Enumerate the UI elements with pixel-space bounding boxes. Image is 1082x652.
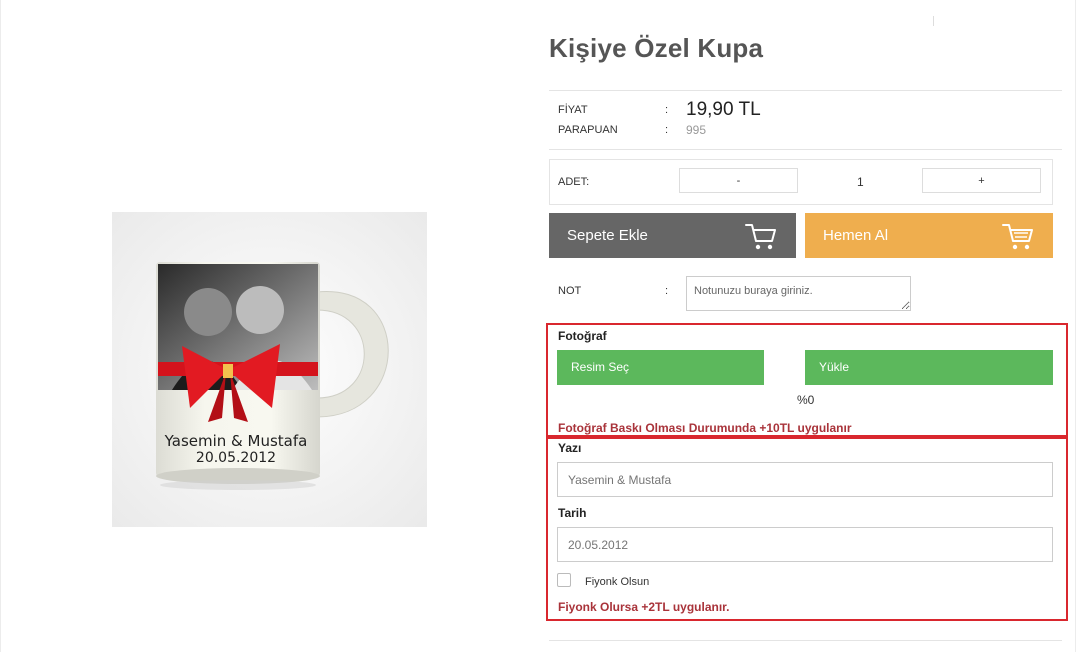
top-divider [933,16,934,26]
divider [549,90,1062,91]
divider [549,640,1062,641]
price-label: FİYAT [558,104,588,116]
photo-section-label: Fotoğraf [558,329,607,343]
upload-progress-text: %0 [797,393,815,407]
points-value: 995 [686,123,707,137]
points-label: PARAPUAN [558,124,618,136]
buy-now-label: Hemen Al [823,227,889,244]
date-input[interactable] [557,527,1053,562]
quantity-label: ADET: [558,176,590,188]
add-to-cart-button[interactable]: Sepete Ekle [549,213,796,258]
right-border [1075,0,1076,652]
left-border [0,0,1,652]
quantity-increase-button[interactable]: + [922,168,1041,193]
bow-checkbox-label[interactable]: Fiyonk Olsun [585,576,649,588]
buy-now-button[interactable]: Hemen Al [805,213,1053,258]
note-separator: : [665,285,669,297]
shopping-cart-icon [744,221,778,255]
add-to-cart-label: Sepete Ekle [567,227,648,244]
choose-image-button[interactable]: Resim Seç [557,350,764,385]
price-value: 19,90 TL [686,99,761,120]
text-label: Yazı [558,441,582,455]
bow-price-notice: Fiyonk Olursa +2TL uygulanır. [558,600,730,614]
date-label: Tarih [558,506,587,520]
photo-price-notice: Fotoğraf Baskı Olması Durumunda +10TL uy… [558,421,852,435]
product-image: Yasemin & Mustafa 20.05.2012 [112,212,427,527]
price-separator: : [665,104,669,116]
note-textarea[interactable] [686,276,911,311]
quantity-value[interactable]: 1 [857,175,864,189]
note-label: NOT [558,285,582,297]
upload-button[interactable]: Yükle [805,350,1053,385]
product-title: Kişiye Özel Kupa [549,33,764,63]
points-separator: : [665,124,669,136]
fast-cart-icon [1001,221,1035,255]
quantity-decrease-button[interactable]: - [679,168,798,193]
divider [549,149,1062,150]
bow-checkbox[interactable] [557,573,571,587]
image-caption-date: 20.05.2012 [196,450,276,466]
text-input[interactable] [557,462,1053,497]
image-caption-names: Yasemin & Mustafa [164,432,308,450]
